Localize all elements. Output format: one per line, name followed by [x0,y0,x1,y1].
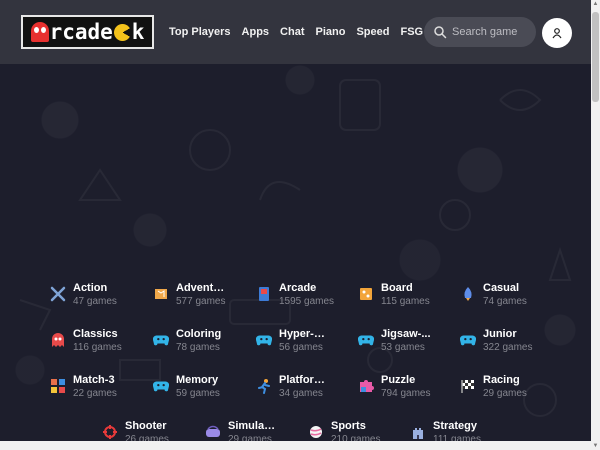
nav-apps[interactable]: Apps [242,26,270,38]
search-input[interactable] [452,26,534,38]
top-header: rcade k Top Players Apps Chat Piano Spee… [0,0,591,64]
category-game-count: 78 games [176,342,220,353]
category-name: Jigsaw-... [381,328,431,340]
vertical-scrollbar[interactable]: ▲ ▼ [591,0,600,450]
blocks-icon [50,378,66,394]
main-nav: Top Players Apps Chat Piano Speed FSG OG [169,0,462,64]
category-game-count: 59 games [176,388,220,399]
map-icon [153,286,169,302]
category-name: Hyper-c... [279,328,329,340]
search-box[interactable] [424,17,536,47]
gamepad-icon [153,378,169,394]
arcadeck-logo[interactable]: rcade k [21,15,154,49]
category-action[interactable]: Action 47 games [50,281,117,309]
category-game-count: 115 games [381,296,430,307]
logo-text: rcade [49,20,113,44]
category-platform[interactable]: Platform... 34 games [256,373,329,401]
castle-icon [410,424,426,440]
category-name: Memory [176,374,219,386]
arcade-cabinet-icon [256,286,272,302]
nav-chat[interactable]: Chat [280,26,304,38]
category-junior[interactable]: Junior 322 games [460,327,532,355]
category-name: Sports [331,420,366,432]
category-game-count: 794 games [381,388,431,399]
horizontal-scrollbar[interactable] [0,441,591,450]
category-name: Shooter [125,420,167,432]
gamepad-icon [256,332,272,348]
category-game-count: 22 games [73,388,117,399]
category-name: Classics [73,328,118,340]
checkered-flag-icon [460,378,476,394]
category-casual[interactable]: Casual 74 games [460,281,527,309]
category-name: Simulation [228,420,278,432]
category-jigsaw[interactable]: Jigsaw-... 53 games [358,327,431,355]
category-hyper-c[interactable]: Hyper-c... 56 games [256,327,329,355]
scroll-thumb[interactable] [592,12,599,102]
nav-fsg[interactable]: FSG [400,26,423,38]
logo-text-tail: k [131,20,145,44]
crosshair-icon [102,424,118,440]
category-name: Casual [483,282,520,294]
runner-icon [256,378,272,394]
search-icon [434,26,447,39]
nav-speed[interactable]: Speed [356,26,389,38]
category-game-count: 53 games [381,342,425,353]
category-racing[interactable]: Racing 29 games [460,373,527,401]
gamepad-icon [153,332,169,348]
category-name: Arcade [279,282,317,294]
category-name: Coloring [176,328,222,340]
vr-headset-icon [205,424,221,440]
ghost-icon [50,332,66,348]
puzzle-icon [358,378,374,394]
category-puzzle[interactable]: Puzzle 794 games [358,373,430,401]
category-board[interactable]: Board 115 games [358,281,430,309]
gamepad-icon [460,332,476,348]
category-game-count: 47 games [73,296,117,307]
category-name: Platform... [279,374,329,386]
category-classics[interactable]: Classics 116 games [50,327,122,355]
ball-icon [308,424,324,440]
ghost-logo-icon [30,22,49,42]
category-game-count: 56 games [279,342,323,353]
category-match-3[interactable]: Match-3 22 games [50,373,117,401]
category-name: Racing [483,374,520,386]
category-game-count: 116 games [73,342,122,353]
user-icon [552,28,562,39]
category-name: Strategy [433,420,478,432]
category-name: Board [381,282,413,294]
category-game-count: 1595 games [279,296,335,307]
gamepad-icon [358,332,374,348]
category-game-count: 29 games [483,388,527,399]
crossed-swords-icon [50,286,66,302]
scroll-down-arrow-icon[interactable]: ▼ [592,442,599,450]
category-game-count: 322 games [483,342,533,353]
category-name: Junior [483,328,517,340]
category-game-count: 577 games [176,296,226,307]
scroll-up-arrow-icon[interactable]: ▲ [592,0,599,8]
category-coloring[interactable]: Coloring 78 games [153,327,221,355]
user-account-button[interactable] [542,18,572,48]
rocket-icon [460,286,476,302]
category-arcade[interactable]: Arcade 1595 games [256,281,334,309]
category-memory[interactable]: Memory 59 games [153,373,220,401]
nav-top-players[interactable]: Top Players [169,26,231,38]
category-name: Adventure [176,282,226,294]
category-name: Match-3 [73,374,115,386]
category-game-count: 34 games [279,388,323,399]
pacman-logo-icon [113,23,131,41]
category-name: Puzzle [381,374,416,386]
category-game-count: 74 games [483,296,527,307]
nav-piano[interactable]: Piano [316,26,346,38]
board-game-icon [358,286,374,302]
category-adventure[interactable]: Adventure 577 games [153,281,226,309]
category-name: Action [73,282,108,294]
